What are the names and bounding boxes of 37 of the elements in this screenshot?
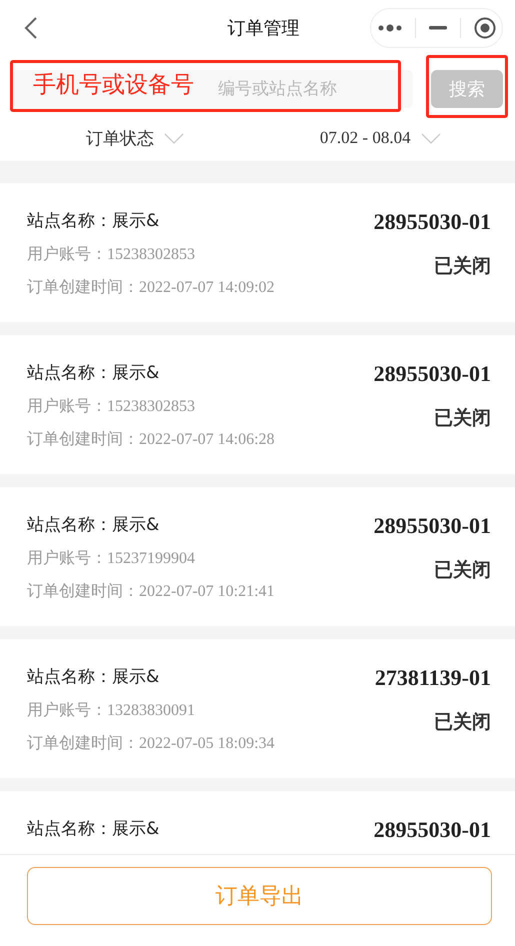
target-icon[interactable] [474, 16, 496, 38]
back-icon[interactable] [24, 16, 38, 40]
order-card[interactable]: 站点名称：展示& 28955030-01 [0, 791, 515, 854]
station-name: 站点名称：展示& [27, 666, 160, 688]
order-status: 已关闭 [433, 406, 491, 431]
order-status: 已关闭 [433, 710, 491, 735]
annotation-text: 手机号或设备号 [33, 72, 194, 100]
order-number: 28955030-01 [374, 361, 491, 387]
created-time: 订单创建时间：2022-07-05 18:09:34 [27, 734, 275, 754]
user-account: 用户账号：15238302853 [27, 396, 196, 417]
station-name: 站点名称：展示& [27, 514, 160, 536]
order-card[interactable]: 站点名称：展示& 用户账号：15238302853 订单创建时间：2022-07-07 14:09:02 28955030-01 已关闭 [0, 183, 515, 322]
order-number: 28955030-01 [374, 817, 491, 843]
station-name: 站点名称：展示& [27, 362, 160, 384]
order-status: 已关闭 [433, 254, 491, 279]
order-card[interactable]: 站点名称：展示& 用户账号：15237199904 订单创建时间：2022-07-07 10:21:41 28955030-01 已关闭 [0, 487, 515, 626]
filter-dropdown[interactable]: 07.02 - 08.04 [320, 128, 411, 148]
user-account: 用户账号：13283830091 [27, 700, 196, 721]
created-time: 订单创建时间：2022-07-07 14:09:02 [27, 278, 275, 298]
created-time: 订单创建时间：2022-07-07 10:21:41 [27, 582, 275, 602]
more-icon[interactable] [378, 24, 402, 32]
order-number: 27381139-01 [374, 665, 491, 691]
chevron-down-icon [164, 132, 184, 144]
chevron-down-icon [420, 132, 441, 144]
station-name: 站点名称：展示& [27, 210, 160, 232]
order-status: 已关闭 [433, 558, 491, 583]
user-account: 用户账号：15237199904 [27, 548, 196, 569]
user-account: 用户账号：15238302853 [27, 244, 196, 265]
page-title: 订单管理 [228, 16, 300, 40]
minimize-icon[interactable] [428, 26, 446, 30]
order-card[interactable]: 站点名称：展示& 用户账号：13283830091 订单创建时间：2022-07-05 18:09:34 27381139-01 已关闭 [0, 639, 515, 778]
station-name: 站点名称：展示& [27, 818, 160, 840]
order-number: 28955030-01 [374, 209, 491, 235]
order-number: 28955030-01 [374, 513, 491, 539]
filter-dropdown[interactable]: 订单状态 [86, 126, 154, 150]
created-time: 订单创建时间：2022-07-07 14:06:28 [27, 430, 275, 450]
order-card[interactable]: 站点名称：展示& 用户账号：15238302853 订单创建时间：2022-07-07 14:06:28 28955030-01 已关闭 [0, 335, 515, 474]
